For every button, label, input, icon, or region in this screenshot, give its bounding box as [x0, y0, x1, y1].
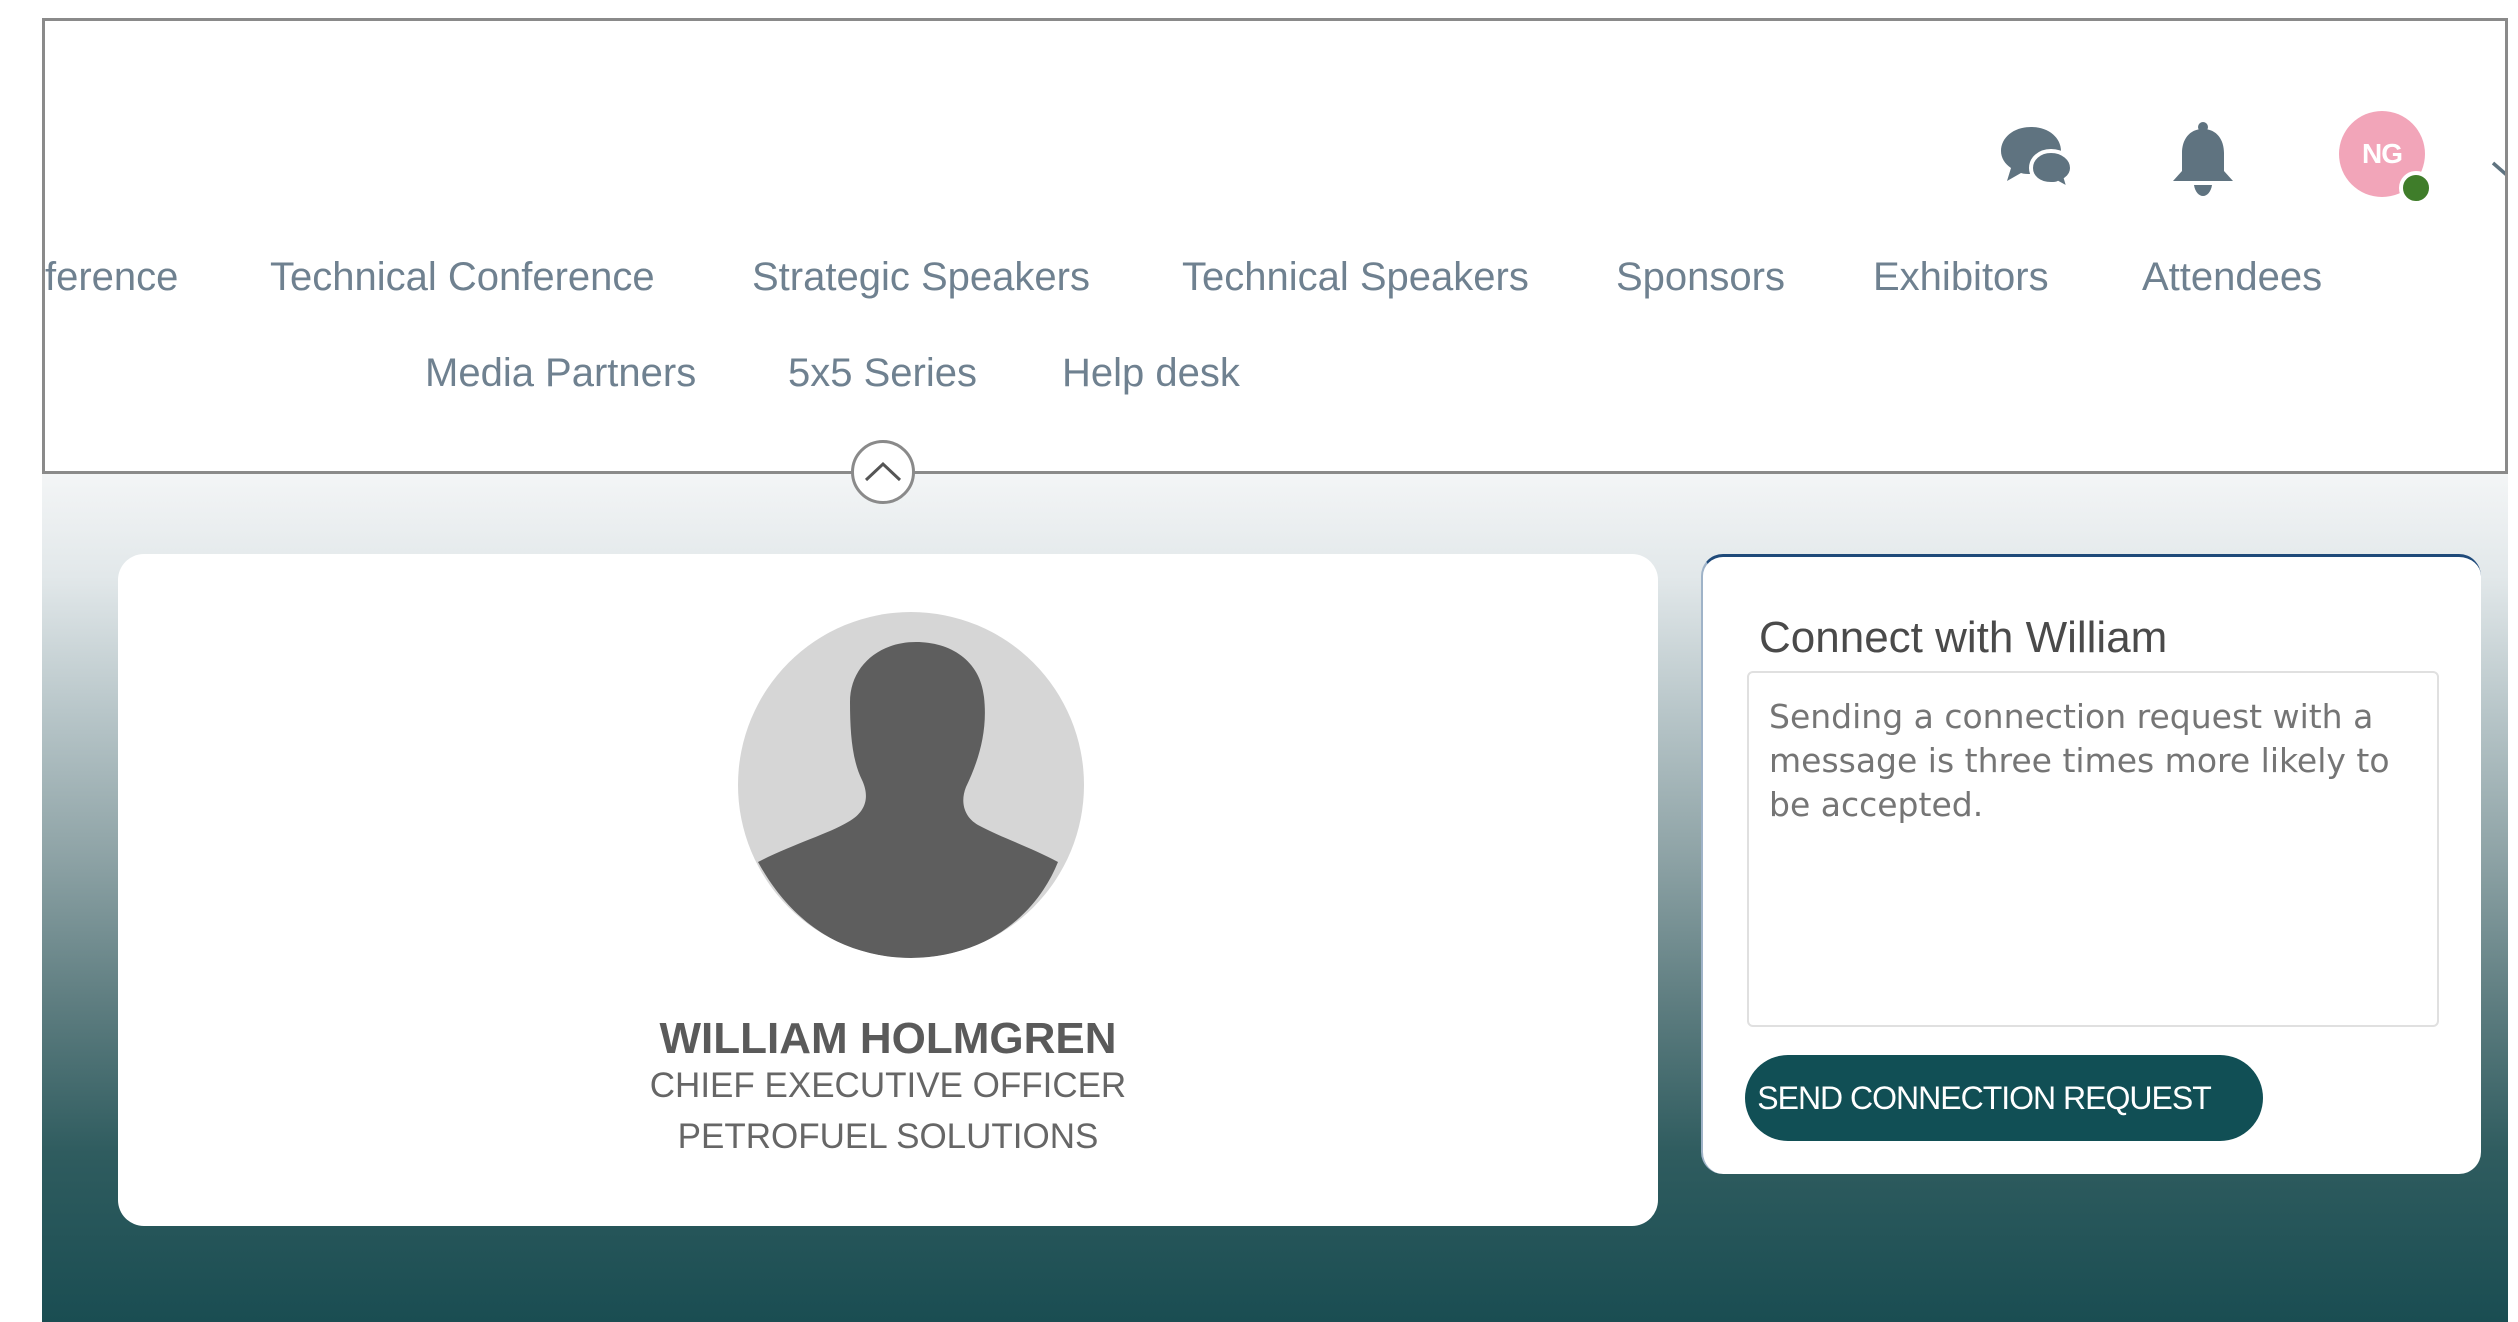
profile-company: PETROFUEL SOLUTIONS — [677, 1117, 1099, 1156]
profile-card: WILLIAM HOLMGREN CHIEF EXECUTIVE OFFICER… — [118, 554, 1658, 1226]
nav-item-sponsors[interactable]: Sponsors — [1616, 255, 1785, 300]
nav-item-help-desk[interactable]: Help desk — [1062, 351, 1240, 396]
nav-item-conference[interactable]: ference — [45, 255, 178, 300]
nav-item-technical-speakers[interactable]: Technical Speakers — [1182, 255, 1529, 300]
profile-avatar — [738, 612, 1084, 958]
nav-item-5x5-series[interactable]: 5x5 Series — [788, 351, 977, 396]
send-connection-request-button[interactable]: SEND CONNECTION REQUEST — [1745, 1055, 2263, 1141]
user-avatar-button[interactable]: NG — [2339, 111, 2499, 231]
nav-item-exhibitors[interactable]: Exhibitors — [1873, 255, 2049, 300]
profile-name: WILLIAM HOLMGREN — [659, 1014, 1117, 1063]
nav-row-1: ference Technical Conference Strategic S… — [45, 255, 2505, 315]
connection-message-input[interactable] — [1747, 671, 2439, 1027]
nav-item-strategic-speakers[interactable]: Strategic Speakers — [752, 255, 1090, 300]
profile-job-title: CHIEF EXECUTIVE OFFICER — [649, 1066, 1127, 1105]
nav-item-attendees[interactable]: Attendees — [2142, 255, 2322, 300]
chevron-down-icon[interactable] — [2489, 155, 2508, 185]
bell-icon[interactable] — [2165, 119, 2241, 201]
online-status-dot — [2399, 171, 2433, 205]
chevron-up-icon — [864, 461, 902, 482]
person-silhouette-icon — [758, 642, 1058, 958]
chat-icon[interactable] — [1997, 121, 2077, 191]
top-header: NG ference Technical Conference Strategi… — [42, 18, 2508, 474]
connect-title: Connect with William — [1759, 613, 2168, 662]
nav-item-media-partners[interactable]: Media Partners — [425, 351, 696, 396]
collapse-nav-button[interactable] — [851, 440, 915, 504]
nav-row-2: Media Partners 5x5 Series Help desk — [45, 351, 2505, 411]
nav-item-technical-conference[interactable]: Technical Conference — [270, 255, 655, 300]
connect-card: Connect with William SEND CONNECTION REQ… — [1701, 554, 2481, 1174]
